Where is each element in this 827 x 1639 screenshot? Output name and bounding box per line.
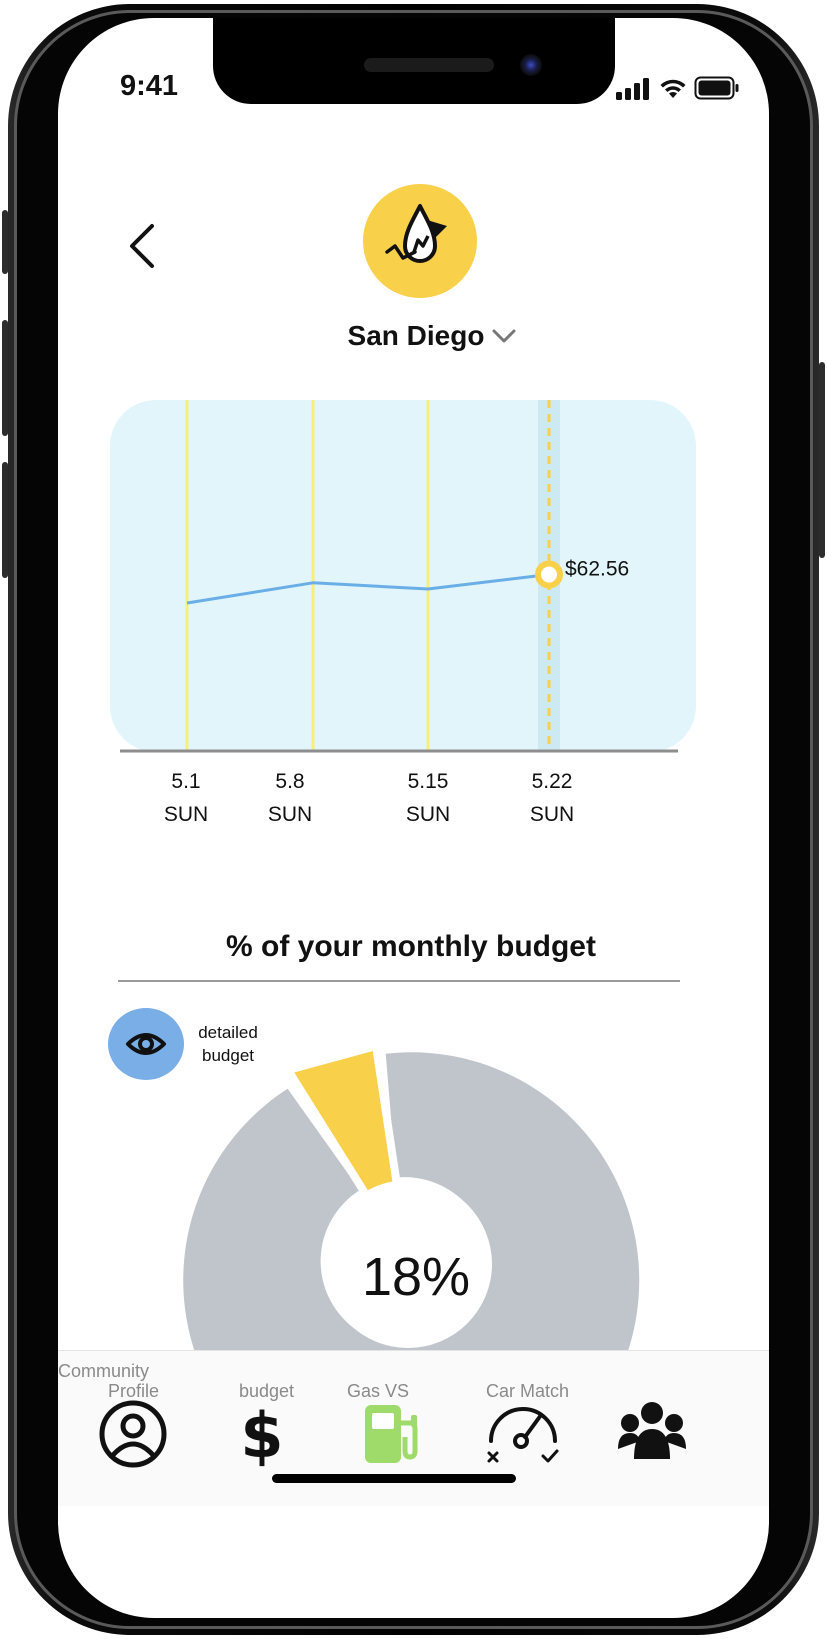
speedometer-icon[interactable] — [483, 1401, 563, 1467]
svg-text:$: $ — [240, 1399, 283, 1471]
volume-up-button — [2, 320, 8, 436]
home-indicator — [272, 1474, 516, 1483]
dollar-icon[interactable]: $ — [240, 1397, 284, 1471]
screen: 9:41 San Diego $62.56 5.1 SUN 5.8 SUN 5.… — [58, 18, 769, 1618]
user-circle-icon[interactable] — [98, 1399, 168, 1469]
mute-switch — [2, 210, 8, 274]
gas-pump-icon[interactable] — [363, 1401, 423, 1467]
community-group-icon[interactable] — [616, 1397, 688, 1467]
budget-donut-chart — [183, 1042, 640, 1358]
tab-car-match-label: Car Match — [486, 1381, 570, 1401]
tab-community-label: Community — [58, 1361, 150, 1381]
power-button — [819, 362, 825, 558]
budget-percent-label: 18% — [361, 1247, 471, 1307]
volume-down-button — [2, 462, 8, 578]
tab-gas-vs-label: Gas VS — [347, 1381, 410, 1401]
